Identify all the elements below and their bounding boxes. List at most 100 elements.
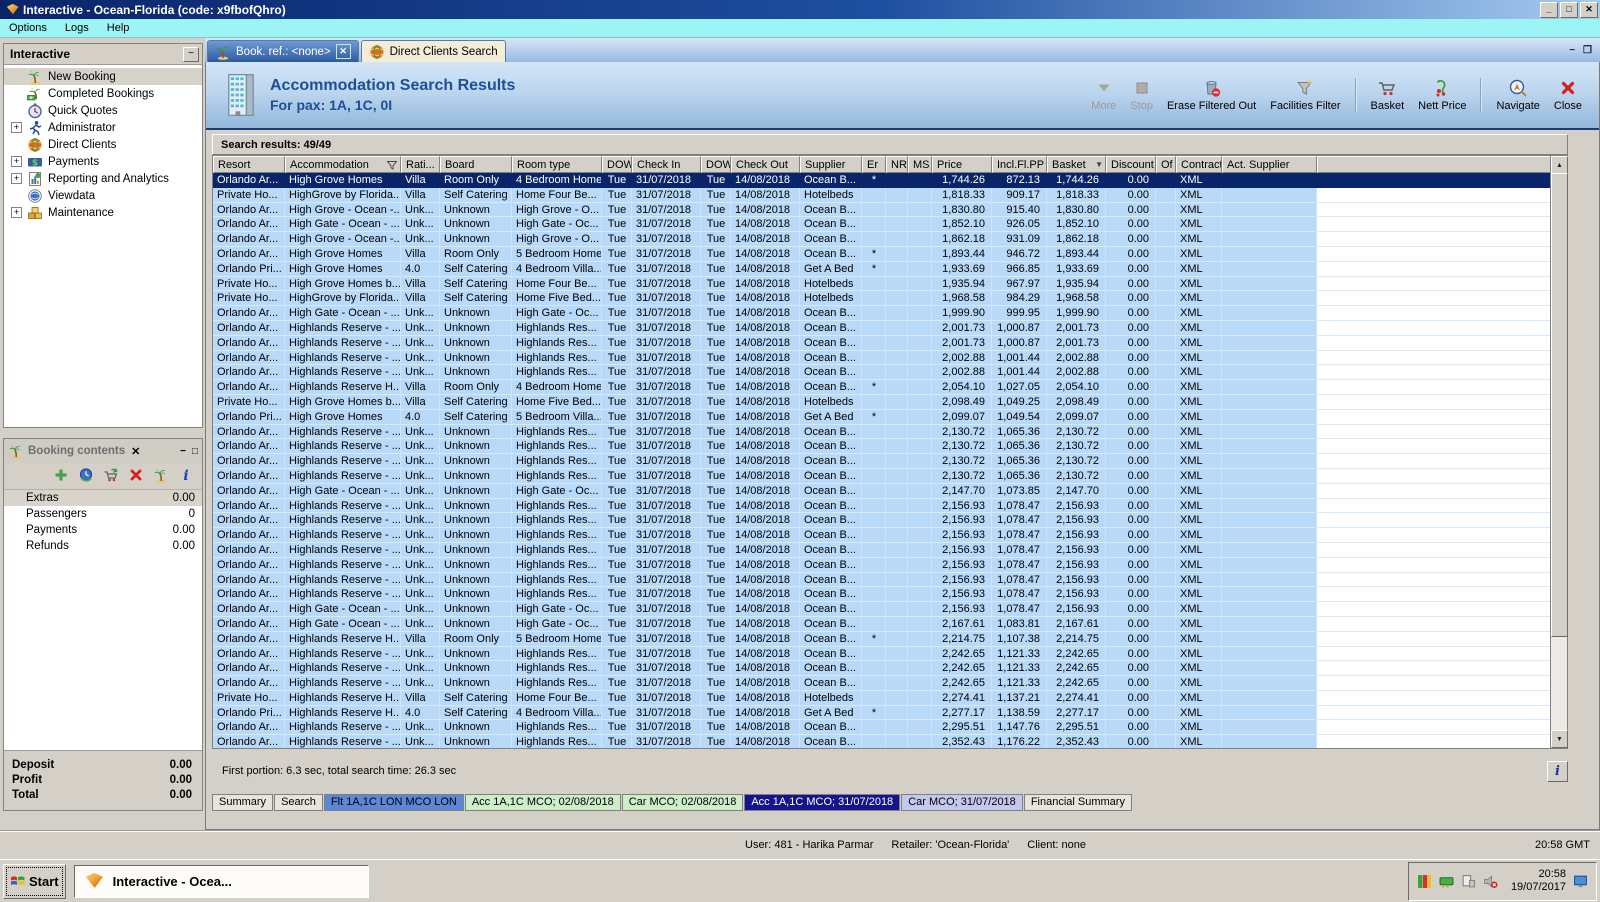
column-header-basket[interactable]: Basket▼ (1047, 156, 1106, 173)
result-row[interactable]: Orlando Ar...Highlands Reserve - ...Unk.… (213, 676, 1567, 691)
column-header-nr[interactable]: NR (886, 156, 908, 173)
expand-icon[interactable]: + (11, 122, 22, 133)
result-row[interactable]: Orlando Ar...Highlands Reserve - ...Unk.… (213, 573, 1567, 588)
network-plug-icon[interactable] (1461, 874, 1476, 889)
column-header-rati[interactable]: Rati... (401, 156, 440, 173)
expand-icon[interactable]: + (11, 173, 22, 184)
result-row[interactable]: Orlando Ar...High Grove - Ocean -...Unk.… (213, 203, 1567, 218)
info-button[interactable]: i (1547, 761, 1568, 782)
result-row[interactable]: Orlando Ar...High Gate - Ocean - ...Unk.… (213, 217, 1567, 232)
scroll-up-icon[interactable]: ▲ (1551, 156, 1568, 174)
column-header-incl-fl-pp[interactable]: Incl.Fl.PP (992, 156, 1047, 173)
column-header-of[interactable]: Of (1156, 156, 1176, 173)
booking-item-payments[interactable]: Payments0.00 (4, 522, 202, 538)
portion-tab-car-mco-31-07-2018[interactable]: Car MCO; 31/07/2018 (901, 794, 1023, 811)
column-header-room-type[interactable]: Room type (512, 156, 602, 173)
minimize-button[interactable]: _ (1540, 2, 1558, 18)
result-row[interactable]: Private Ho...High Grove Homes b...VillaS… (213, 395, 1567, 410)
result-row[interactable]: Orlando Ar...Highlands Reserve - ...Unk.… (213, 661, 1567, 676)
info-button[interactable]: i (178, 467, 194, 486)
column-header-act-supplier[interactable]: Act. Supplier (1222, 156, 1317, 173)
result-row[interactable]: Orlando Ar...Highlands Reserve - ...Unk.… (213, 543, 1567, 558)
column-header-ms[interactable]: MS (908, 156, 932, 173)
result-row[interactable]: Orlando Ar...Highlands Reserve - ...Unk.… (213, 454, 1567, 469)
result-row[interactable]: Orlando Ar...Highlands Reserve - ...Unk.… (213, 647, 1567, 662)
result-row[interactable]: Orlando Ar...High Grove - Ocean -...Unk.… (213, 232, 1567, 247)
column-header-supplier[interactable]: Supplier (800, 156, 862, 173)
booking-item-refunds[interactable]: Refunds0.00 (4, 538, 202, 554)
portion-tab-acc-1a-1c-mco-02-08-2018[interactable]: Acc 1A,1C MCO; 02/08/2018 (465, 794, 621, 811)
scroll-down-icon[interactable]: ▼ (1551, 730, 1568, 748)
start-button[interactable]: Start (3, 864, 66, 899)
column-header-accommodation[interactable]: Accommodation (285, 156, 401, 173)
booking-contents-maximize-icon[interactable]: □ (192, 446, 198, 457)
result-row[interactable]: Orlando Ar...Highlands Reserve - ...Unk.… (213, 425, 1567, 440)
result-row[interactable]: Orlando Ar...Highlands Reserve - ...Unk.… (213, 351, 1567, 366)
result-row[interactable]: Orlando Ar...Highlands Reserve - ...Unk.… (213, 720, 1567, 735)
column-header-dow[interactable]: DOW (701, 156, 731, 173)
nett-price-button[interactable]: Nett Price (1415, 76, 1469, 114)
result-row[interactable]: Orlando Pri...Highlands Reserve H...4.0S… (213, 706, 1567, 721)
expand-icon[interactable]: + (11, 207, 22, 218)
erase-filtered-out-button[interactable]: Erase Filtered Out (1164, 76, 1259, 114)
result-row[interactable]: Orlando Ar...Highlands Reserve - ...Unk.… (213, 469, 1567, 484)
maximize-button[interactable]: □ (1560, 2, 1578, 18)
antivirus-icon[interactable] (1417, 874, 1432, 889)
result-row[interactable]: Orlando Ar...Highlands Reserve - ...Unk.… (213, 587, 1567, 602)
monitor-icon[interactable] (1573, 874, 1588, 889)
sidebar-item-quick-quotes[interactable]: Quick Quotes (4, 102, 202, 119)
result-row[interactable]: Orlando Ar...Highlands Reserve - ...Unk.… (213, 735, 1567, 748)
column-header-check-in[interactable]: Check In (632, 156, 701, 173)
scrollbar-thumb[interactable] (1551, 173, 1568, 637)
column-header-price[interactable]: Price (932, 156, 992, 173)
result-row[interactable]: Orlando Ar...Highlands Reserve - ...Unk.… (213, 321, 1567, 336)
result-row[interactable]: Private Ho...High Grove Homes b...VillaS… (213, 277, 1567, 292)
result-row[interactable]: Private Ho...HighGrove by Florida...Vill… (213, 188, 1567, 203)
result-row[interactable]: Orlando Ar...High Gate - Ocean - ...Unk.… (213, 602, 1567, 617)
sidebar-item-payments[interactable]: +$Payments (4, 153, 202, 170)
result-row[interactable]: Orlando Ar...High Gate - Ocean - ...Unk.… (213, 306, 1567, 321)
network-card-icon[interactable] (1439, 874, 1454, 889)
palm-button[interactable] (153, 467, 169, 486)
menu-options[interactable]: Options (0, 20, 56, 36)
expand-icon[interactable]: + (11, 156, 22, 167)
result-row[interactable]: Orlando Ar...Highlands Reserve - ...Unk.… (213, 558, 1567, 573)
result-row[interactable]: Private Ho...Highlands Reserve H...Villa… (213, 691, 1567, 706)
portion-tab-acc-1a-1c-mco-31-07-2018[interactable]: Acc 1A,1C MCO; 31/07/2018 (744, 794, 900, 811)
sidebar-item-administrator[interactable]: +Administrator (4, 119, 202, 136)
result-row[interactable]: Orlando Ar...High Gate - Ocean - ...Unk.… (213, 484, 1567, 499)
portion-tab-search[interactable]: Search (274, 794, 323, 811)
portion-tab-flt-1a-1c-lon-mco-lon[interactable]: Flt 1A,1C LON MCO LON (324, 794, 464, 811)
portion-tab-financial-summary[interactable]: Financial Summary (1024, 794, 1132, 811)
result-row[interactable]: Orlando Pri...High Grove Homes4.0Self Ca… (213, 262, 1567, 277)
column-header-er[interactable]: Er (862, 156, 886, 173)
result-row[interactable]: Orlando Ar...Highlands Reserve H...Villa… (213, 380, 1567, 395)
panel-minimize-icon[interactable]: − (1569, 45, 1575, 56)
sidebar-item-direct-clients[interactable]: Direct Clients (4, 136, 202, 153)
portion-tab-summary[interactable]: Summary (212, 794, 273, 811)
refresh-globe-button[interactable] (78, 467, 94, 486)
add-button[interactable] (53, 467, 69, 486)
sidebar-item-new-booking[interactable]: New Booking (4, 68, 202, 85)
column-header-check-out[interactable]: Check Out (731, 156, 800, 173)
result-row[interactable]: Orlando Ar...Highlands Reserve - ...Unk.… (213, 528, 1567, 543)
tab-booking-ref[interactable]: Book. ref.: <none> ✕ (207, 40, 359, 62)
panel-restore-icon[interactable]: ❐ (1583, 45, 1592, 56)
result-row[interactable]: Orlando Ar...Highlands Reserve H...Villa… (213, 632, 1567, 647)
booking-item-extras[interactable]: Extras0.00 (4, 490, 202, 506)
close-window-button[interactable]: ✕ (1580, 2, 1598, 18)
taskbar-app-button[interactable]: Interactive - Ocea... (74, 865, 369, 898)
delete-button[interactable] (128, 467, 144, 486)
result-row[interactable]: Orlando Pri...High Grove Homes4.0Self Ca… (213, 410, 1567, 425)
result-row[interactable]: Orlando Ar...Highlands Reserve - ...Unk.… (213, 439, 1567, 454)
booking-contents-close-icon[interactable]: ✕ (131, 445, 140, 458)
booking-item-passengers[interactable]: Passengers0 (4, 506, 202, 522)
sidebar-item-reporting-and-analytics[interactable]: +Reporting and Analytics (4, 170, 202, 187)
sidebar-item-completed-bookings[interactable]: Completed Bookings (4, 85, 202, 102)
result-row[interactable]: Orlando Ar...Highlands Reserve - ...Unk.… (213, 336, 1567, 351)
column-header-resort[interactable]: Resort (213, 156, 285, 173)
sidebar-item-viewdata[interactable]: Viewdata (4, 187, 202, 204)
menu-help[interactable]: Help (98, 20, 139, 36)
result-row[interactable]: Orlando Ar...Highlands Reserve - ...Unk.… (213, 513, 1567, 528)
sidebar-item-maintenance[interactable]: +Maintenance (4, 204, 202, 221)
